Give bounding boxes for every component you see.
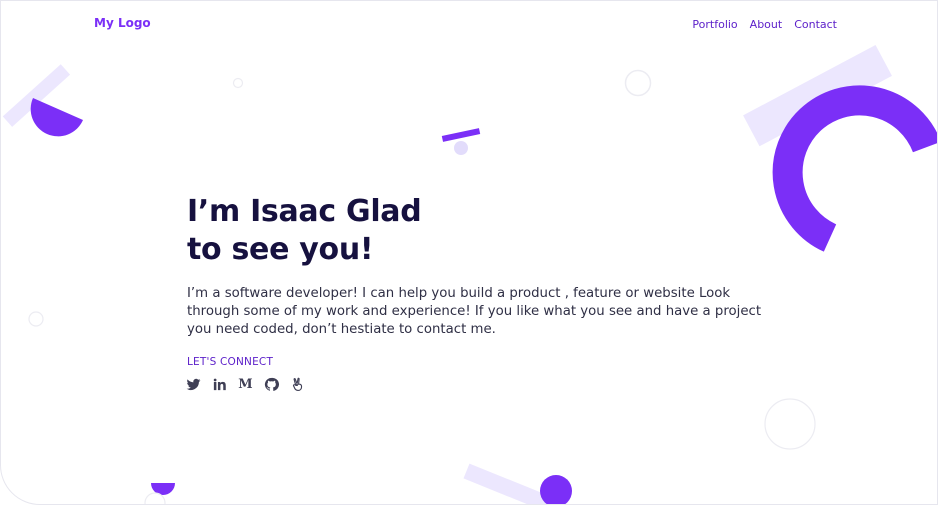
nav-contact[interactable]: Contact [794, 18, 837, 31]
nav-about[interactable]: About [750, 18, 783, 31]
twitter-icon[interactable] [186, 377, 201, 392]
hero-title-line-1: I’m Isaac Glad [187, 194, 422, 229]
main-nav: Portfolio About Contact [692, 18, 837, 31]
hero-title-line-2: to see you! [187, 232, 374, 267]
page: My Logo Portfolio About Contact I’m Isaa… [0, 0, 938, 505]
decorative-shapes [1, 1, 937, 504]
medium-icon[interactable]: M [238, 377, 253, 392]
hero-intro: I’m a software developer! I can help you… [187, 286, 762, 337]
connect-label: LET'S CONNECT [187, 356, 274, 368]
logo[interactable]: My Logo [94, 16, 151, 30]
github-icon[interactable] [264, 377, 279, 392]
social-links: M [186, 377, 305, 392]
angellist-icon[interactable] [290, 377, 305, 392]
linkedin-icon[interactable] [212, 377, 227, 392]
hero-title: I’m Isaac Glad to see you! [187, 193, 422, 269]
nav-portfolio[interactable]: Portfolio [692, 18, 737, 31]
